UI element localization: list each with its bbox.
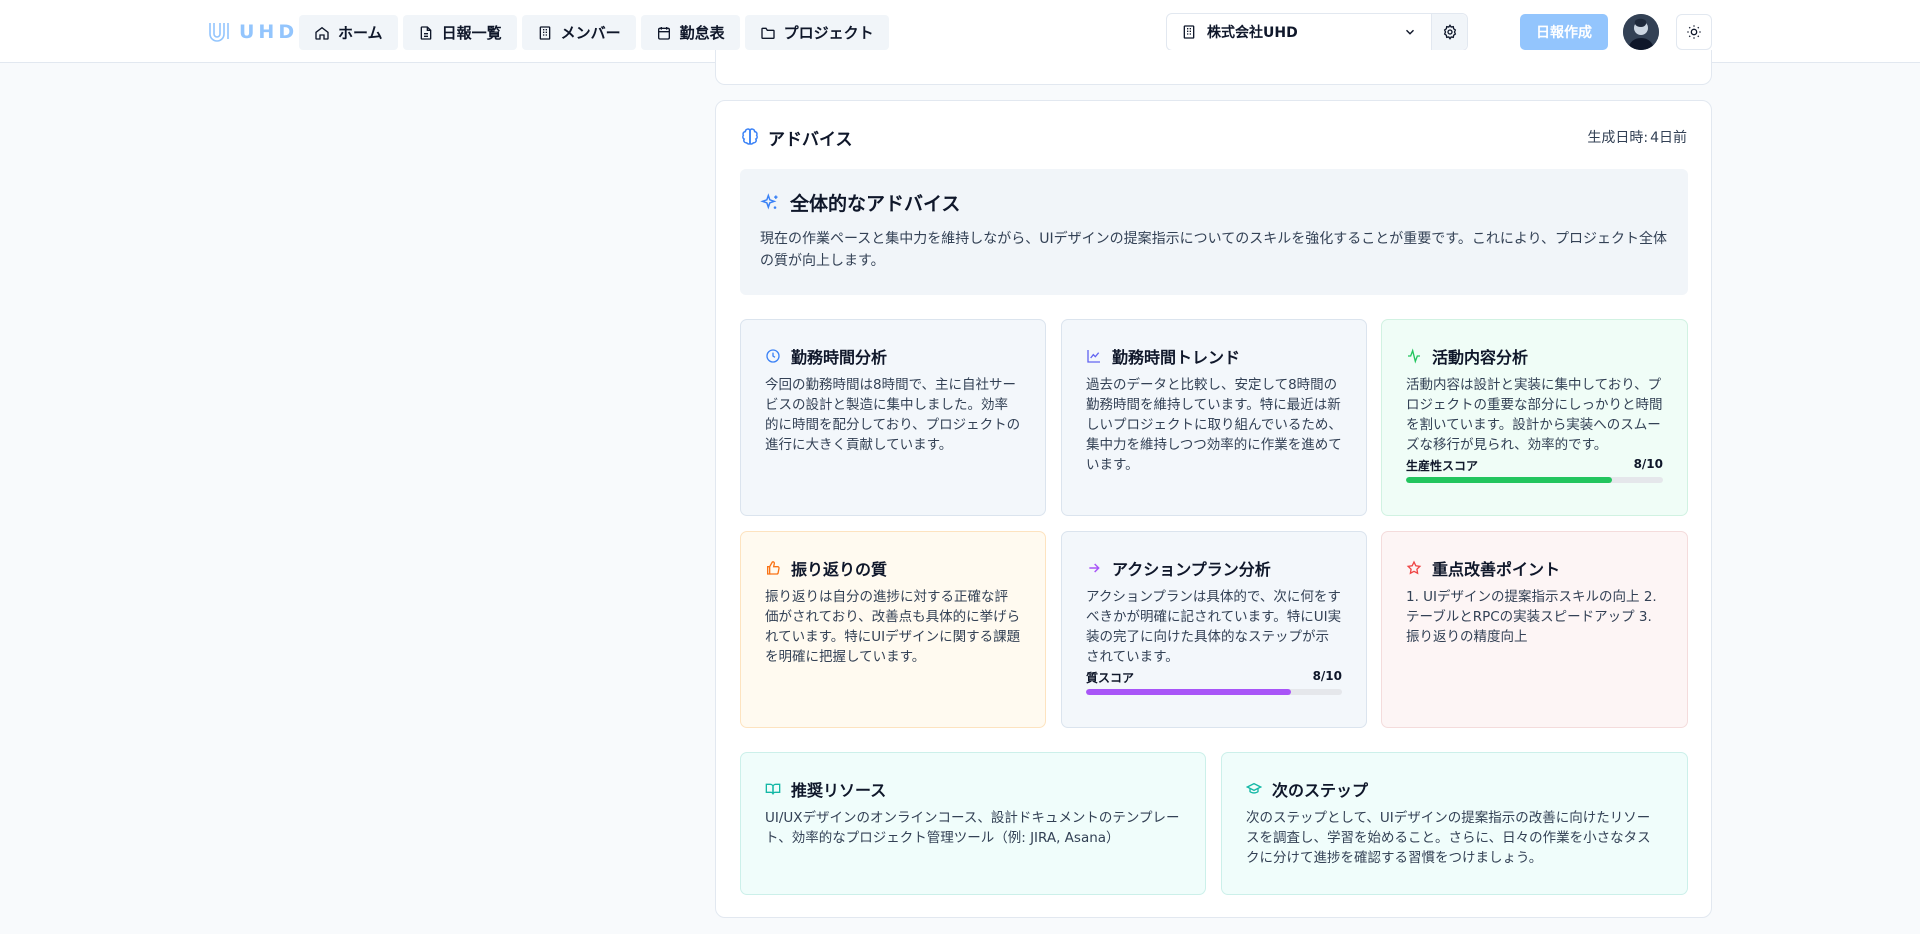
document-icon xyxy=(420,25,431,40)
next-steps: 次のステップ 次のステップとして、UIデザインの提案指示の改善に向けたリソースを… xyxy=(1221,752,1688,895)
sun-icon xyxy=(1687,25,1701,39)
generated-date: 生成日時: 4日前 xyxy=(1587,127,1687,147)
building-icon xyxy=(1183,25,1195,39)
overall-title: 全体的なアドバイス xyxy=(760,189,1668,216)
avatar[interactable] xyxy=(1623,14,1659,50)
work-time-text: 今回の勤務時間は8時間で、主に自社サービスの設計と製造に集中しました。効率的に時… xyxy=(765,377,1021,453)
previous-card xyxy=(715,50,1712,85)
quality-score-label: 質スコア xyxy=(1086,671,1135,685)
productivity-score-fill xyxy=(1406,477,1612,483)
activity-analysis: 活動内容分析 活動内容は設計と実装に集中しており、プロジェクトの重要な部分にしっ… xyxy=(1381,319,1688,516)
clock-icon xyxy=(766,349,780,363)
book-open-icon xyxy=(765,783,781,795)
calendar-icon xyxy=(657,26,670,40)
work-time-trend: 勤務時間トレンド 過去のデータと比較し、安定して8時間の勤務時間を維持しています… xyxy=(1061,319,1367,516)
nav-members-label: メンバー xyxy=(560,24,621,42)
overall-title-text: 全体的なアドバイス xyxy=(790,193,961,215)
nav-projects[interactable]: プロジェクト xyxy=(744,15,889,50)
reflection-quality: 振り返りの質 振り返りは自分の進捗に対する正確な評価がされており、改善点も具体的… xyxy=(740,531,1046,728)
trend-text: 過去のデータと比較し、安定して8時間の勤務時間を維持しています。特に最近は新しい… xyxy=(1086,377,1342,473)
resources-text: UI/UXデザインのオンラインコース、設計ドキュメントのテンプレート、効率的なプ… xyxy=(765,810,1180,846)
sparkles-icon xyxy=(760,192,778,209)
nav-members[interactable]: メンバー xyxy=(521,15,636,50)
generated-label: 生成日時: xyxy=(1587,130,1649,146)
brain-icon xyxy=(742,128,758,145)
quality-score-row: 質スコア 8/10 xyxy=(1086,669,1342,686)
company-name: 株式会社UHD xyxy=(1207,25,1298,41)
create-report-button[interactable]: 日報作成 xyxy=(1520,14,1608,50)
graduation-cap-icon xyxy=(1246,782,1262,794)
overall-text: 現在の作業ペースと集中力を維持しながら、UIデザインの提案指示についてのスキルを… xyxy=(760,231,1668,269)
nav-attendance[interactable]: 勤怠表 xyxy=(640,15,740,50)
home-icon xyxy=(315,26,329,40)
nav-projects-label: プロジェクト xyxy=(783,24,874,42)
user-photo xyxy=(1623,14,1659,50)
advice-header: アドバイス 生成日時: 4日前 xyxy=(740,125,1687,150)
next-steps-title: 次のステップ xyxy=(1272,781,1369,800)
gear-icon xyxy=(1443,24,1456,40)
advice-title: アドバイス xyxy=(740,125,853,150)
productivity-score-bar xyxy=(1406,477,1663,483)
nav-attendance-label: 勤怠表 xyxy=(679,24,725,42)
resources-title: 推奨リソース xyxy=(791,781,887,800)
quality-score-fill xyxy=(1086,689,1291,695)
advice-title-text: アドバイス xyxy=(768,129,853,150)
productivity-score-label: 生産性スコア xyxy=(1406,459,1479,473)
activity-title: 活動内容分析 xyxy=(1432,348,1529,367)
action-plan-title: アクションプラン分析 xyxy=(1112,560,1271,579)
action-plan-text: アクションプランは具体的で、次に何をすべきかが明確に記されています。特にUI実装… xyxy=(1086,589,1342,665)
work-time-title: 勤務時間分析 xyxy=(791,348,888,367)
recommended-resources: 推奨リソース UI/UXデザインのオンラインコース、設計ドキュメントのテンプレー… xyxy=(740,752,1206,895)
reflection-text: 振り返りは自分の進捗に対する正確な評価がされており、改善点も具体的に挙げられてい… xyxy=(765,589,1021,665)
generated-value: 4日前 xyxy=(1650,130,1687,146)
nav-reports[interactable]: 日報一覧 xyxy=(402,15,517,50)
advice-card: アドバイス 生成日時: 4日前 全体的なアドバイス 現在の作業ペースと集中力を維… xyxy=(715,100,1712,918)
improvement-text: 1. UIデザインの提案指示スキルの向上 2. テーブルとRPCの実装スピードア… xyxy=(1406,589,1657,645)
overall-advice: 全体的なアドバイス 現在の作業ペースと集中力を維持しながら、UIデザインの提案指… xyxy=(740,169,1688,295)
nav-home[interactable]: ホーム xyxy=(299,15,398,50)
improvement-title: 重点改善ポイント xyxy=(1432,560,1561,579)
building-icon xyxy=(539,25,550,40)
folder-icon xyxy=(760,27,775,39)
next-steps-text: 次のステップとして、UIデザインの提案指示の改善に向けたリソースを調査し、学習を… xyxy=(1246,810,1651,866)
company-switcher: 株式会社UHD xyxy=(1166,13,1468,51)
quality-score-value: 8/10 xyxy=(1312,669,1342,683)
star-icon xyxy=(1406,560,1422,575)
reflection-title: 振り返りの質 xyxy=(791,560,888,579)
logo[interactable]: UHD xyxy=(207,18,298,46)
chevron-down-icon xyxy=(1406,29,1414,35)
logo-icon xyxy=(209,23,229,42)
theme-toggle-button[interactable] xyxy=(1676,14,1712,50)
company-settings-button[interactable] xyxy=(1431,14,1467,50)
activity-icon xyxy=(1408,348,1420,364)
productivity-score-row: 生産性スコア 8/10 xyxy=(1406,457,1663,474)
work-time-analysis: 勤務時間分析 今回の勤務時間は8時間で、主に自社サービスの設計と製造に集中しまし… xyxy=(740,319,1046,516)
action-plan-analysis: アクションプラン分析 アクションプランは具体的で、次に何をすべきかが明確に記され… xyxy=(1061,531,1367,728)
thumbs-up-icon xyxy=(767,561,780,575)
trend-title: 勤務時間トレンド xyxy=(1112,348,1241,367)
company-select[interactable]: 株式会社UHD xyxy=(1167,14,1431,50)
productivity-score-value: 8/10 xyxy=(1633,457,1663,471)
nav-reports-label: 日報一覧 xyxy=(441,24,502,42)
arrow-right-icon xyxy=(1089,563,1100,573)
logo-text: UHD xyxy=(239,21,299,43)
activity-text: 活動内容は設計と実装に集中しており、プロジェクトの重要な部分にしっかりと時間を割… xyxy=(1406,377,1663,453)
nav-home-label: ホーム xyxy=(338,24,383,42)
line-chart-icon xyxy=(1087,350,1100,363)
key-improvement-points: 重点改善ポイント 1. UIデザインの提案指示スキルの向上 2. テーブルとRP… xyxy=(1381,531,1688,728)
main-nav: ホーム 日報一覧 メンバー 勤怠表 プロジェクト xyxy=(299,15,889,50)
quality-score-bar xyxy=(1086,689,1342,695)
